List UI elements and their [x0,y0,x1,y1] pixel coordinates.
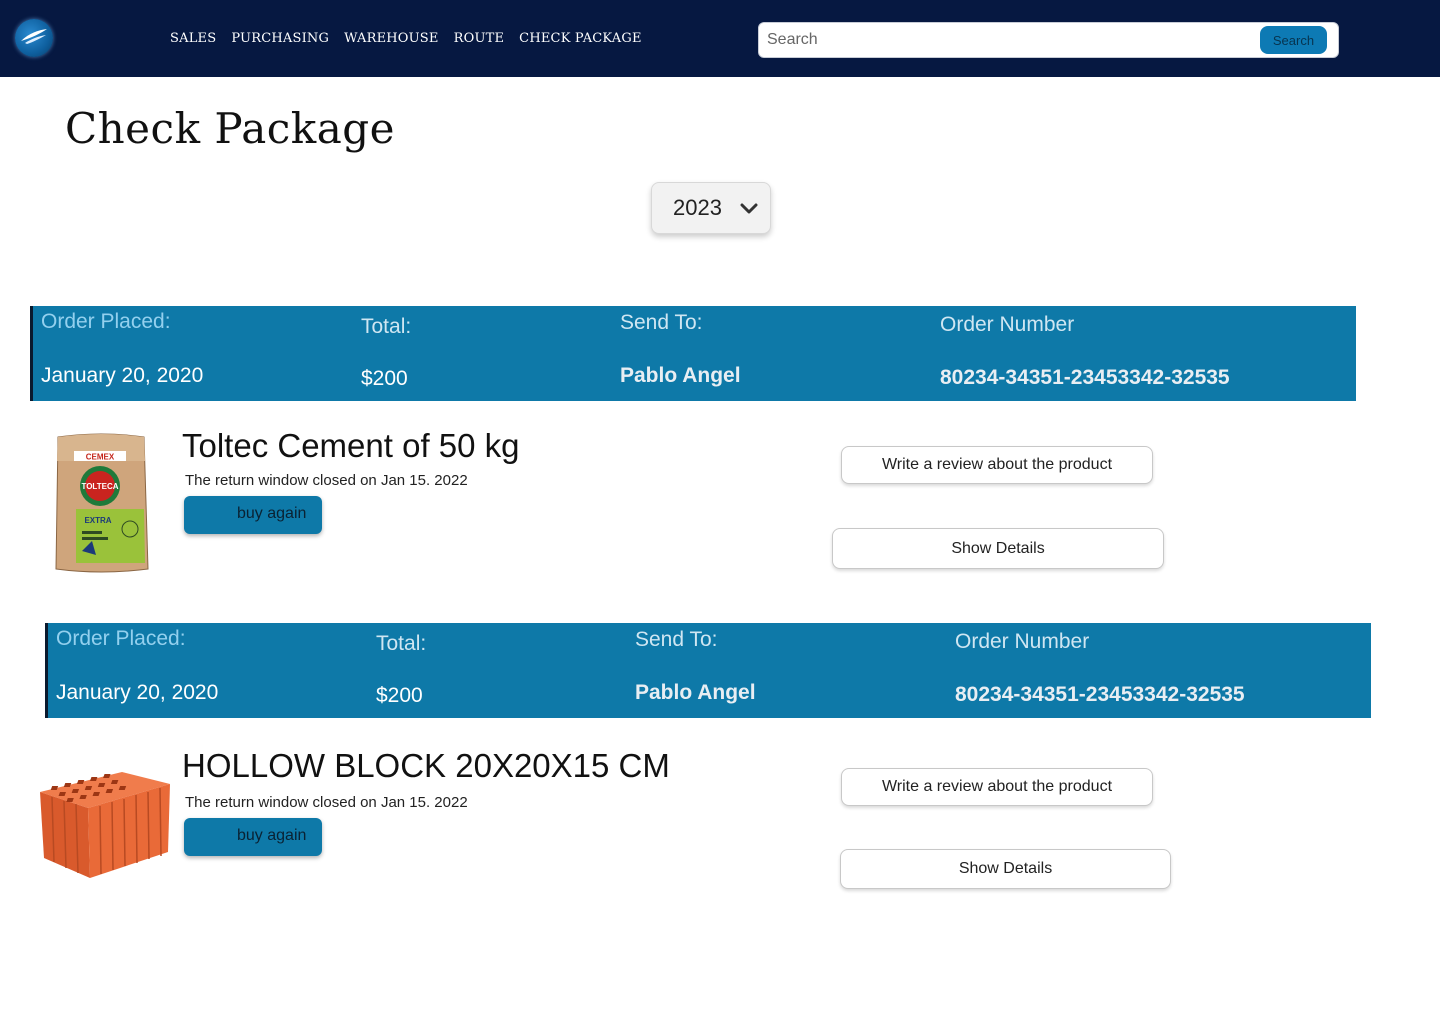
chevron-down-icon [740,203,758,214]
search-button[interactable]: Search [1260,26,1327,54]
return-note: The return window closed on Jan 15. 2022 [185,472,468,489]
nav-check-package[interactable]: CHECK PACKAGE [519,31,642,46]
order-header: Order Placed: Total: Send To: Order Numb… [30,306,1356,401]
show-details-button[interactable]: Show Details [840,849,1171,889]
buy-again-button[interactable]: buy again [184,496,322,534]
order-number-label: Order Number [940,313,1075,336]
order-total: $200 [361,367,408,390]
order-date: January 20, 2020 [41,364,204,387]
buy-again-label: buy again [237,505,307,522]
wing-icon [21,29,47,44]
total-label: Total: [361,315,412,338]
cement-bag-image[interactable]: CEMEX TOLTECA EXTRA [52,431,150,579]
hollow-block-image-graphic [40,772,170,878]
bag-logo-text: TOLTECA [81,482,118,491]
order-number-label: Order Number [955,630,1090,653]
hollow-block-image[interactable] [38,770,172,886]
order-recipient: Pablo Angel [620,364,741,387]
year-value: 2023 [673,195,722,220]
order-placed-label: Order Placed: [41,310,171,333]
write-review-button[interactable]: Write a review about the product [841,768,1153,806]
buy-again-button[interactable]: buy again [184,818,322,856]
nav-sales[interactable]: SALES [170,31,216,46]
bag-variant-text: EXTRA [84,516,111,525]
total-label: Total: [376,632,427,655]
year-dropdown[interactable]: 2023 [651,182,771,234]
nav-route[interactable]: ROUTE [454,31,505,46]
order-date: January 20, 2020 [56,681,219,704]
nav-warehouse[interactable]: WAREHOUSE [344,31,439,46]
bag-brand-text: CEMEX [86,453,115,462]
nav-purchasing[interactable]: PURCHASING [231,31,329,46]
order-number: 80234-34351-23453342-32535 [940,366,1230,389]
send-to-label: Send To: [635,628,718,651]
send-to-label: Send To: [620,311,703,334]
product-name[interactable]: HOLLOW BLOCK 20X20X15 CM [182,747,670,785]
write-review-button[interactable]: Write a review about the product [841,446,1153,484]
top-navbar: SALES PURCHASING WAREHOUSE ROUTE CHECK P… [0,0,1440,77]
page-title: Check Package [65,104,396,153]
header-edge [30,306,33,401]
cement-bag-image-graphic: CEMEX TOLTECA EXTRA [55,433,149,573]
search-bar: Search [758,22,1339,58]
product-name[interactable]: Toltec Cement of 50 kg [182,427,520,465]
buy-again-label: buy again [237,827,307,844]
return-note: The return window closed on Jan 15. 2022 [185,794,468,811]
show-details-button[interactable]: Show Details [832,528,1164,569]
order-header: Order Placed: Total: Send To: Order Numb… [45,623,1371,718]
main-nav: SALES PURCHASING WAREHOUSE ROUTE CHECK P… [170,31,642,46]
company-logo[interactable] [15,19,53,57]
search-input[interactable] [767,23,1247,57]
order-number: 80234-34351-23453342-32535 [955,683,1245,706]
order-recipient: Pablo Angel [635,681,756,704]
order-placed-label: Order Placed: [56,627,186,650]
header-edge [45,623,48,718]
order-total: $200 [376,684,423,707]
